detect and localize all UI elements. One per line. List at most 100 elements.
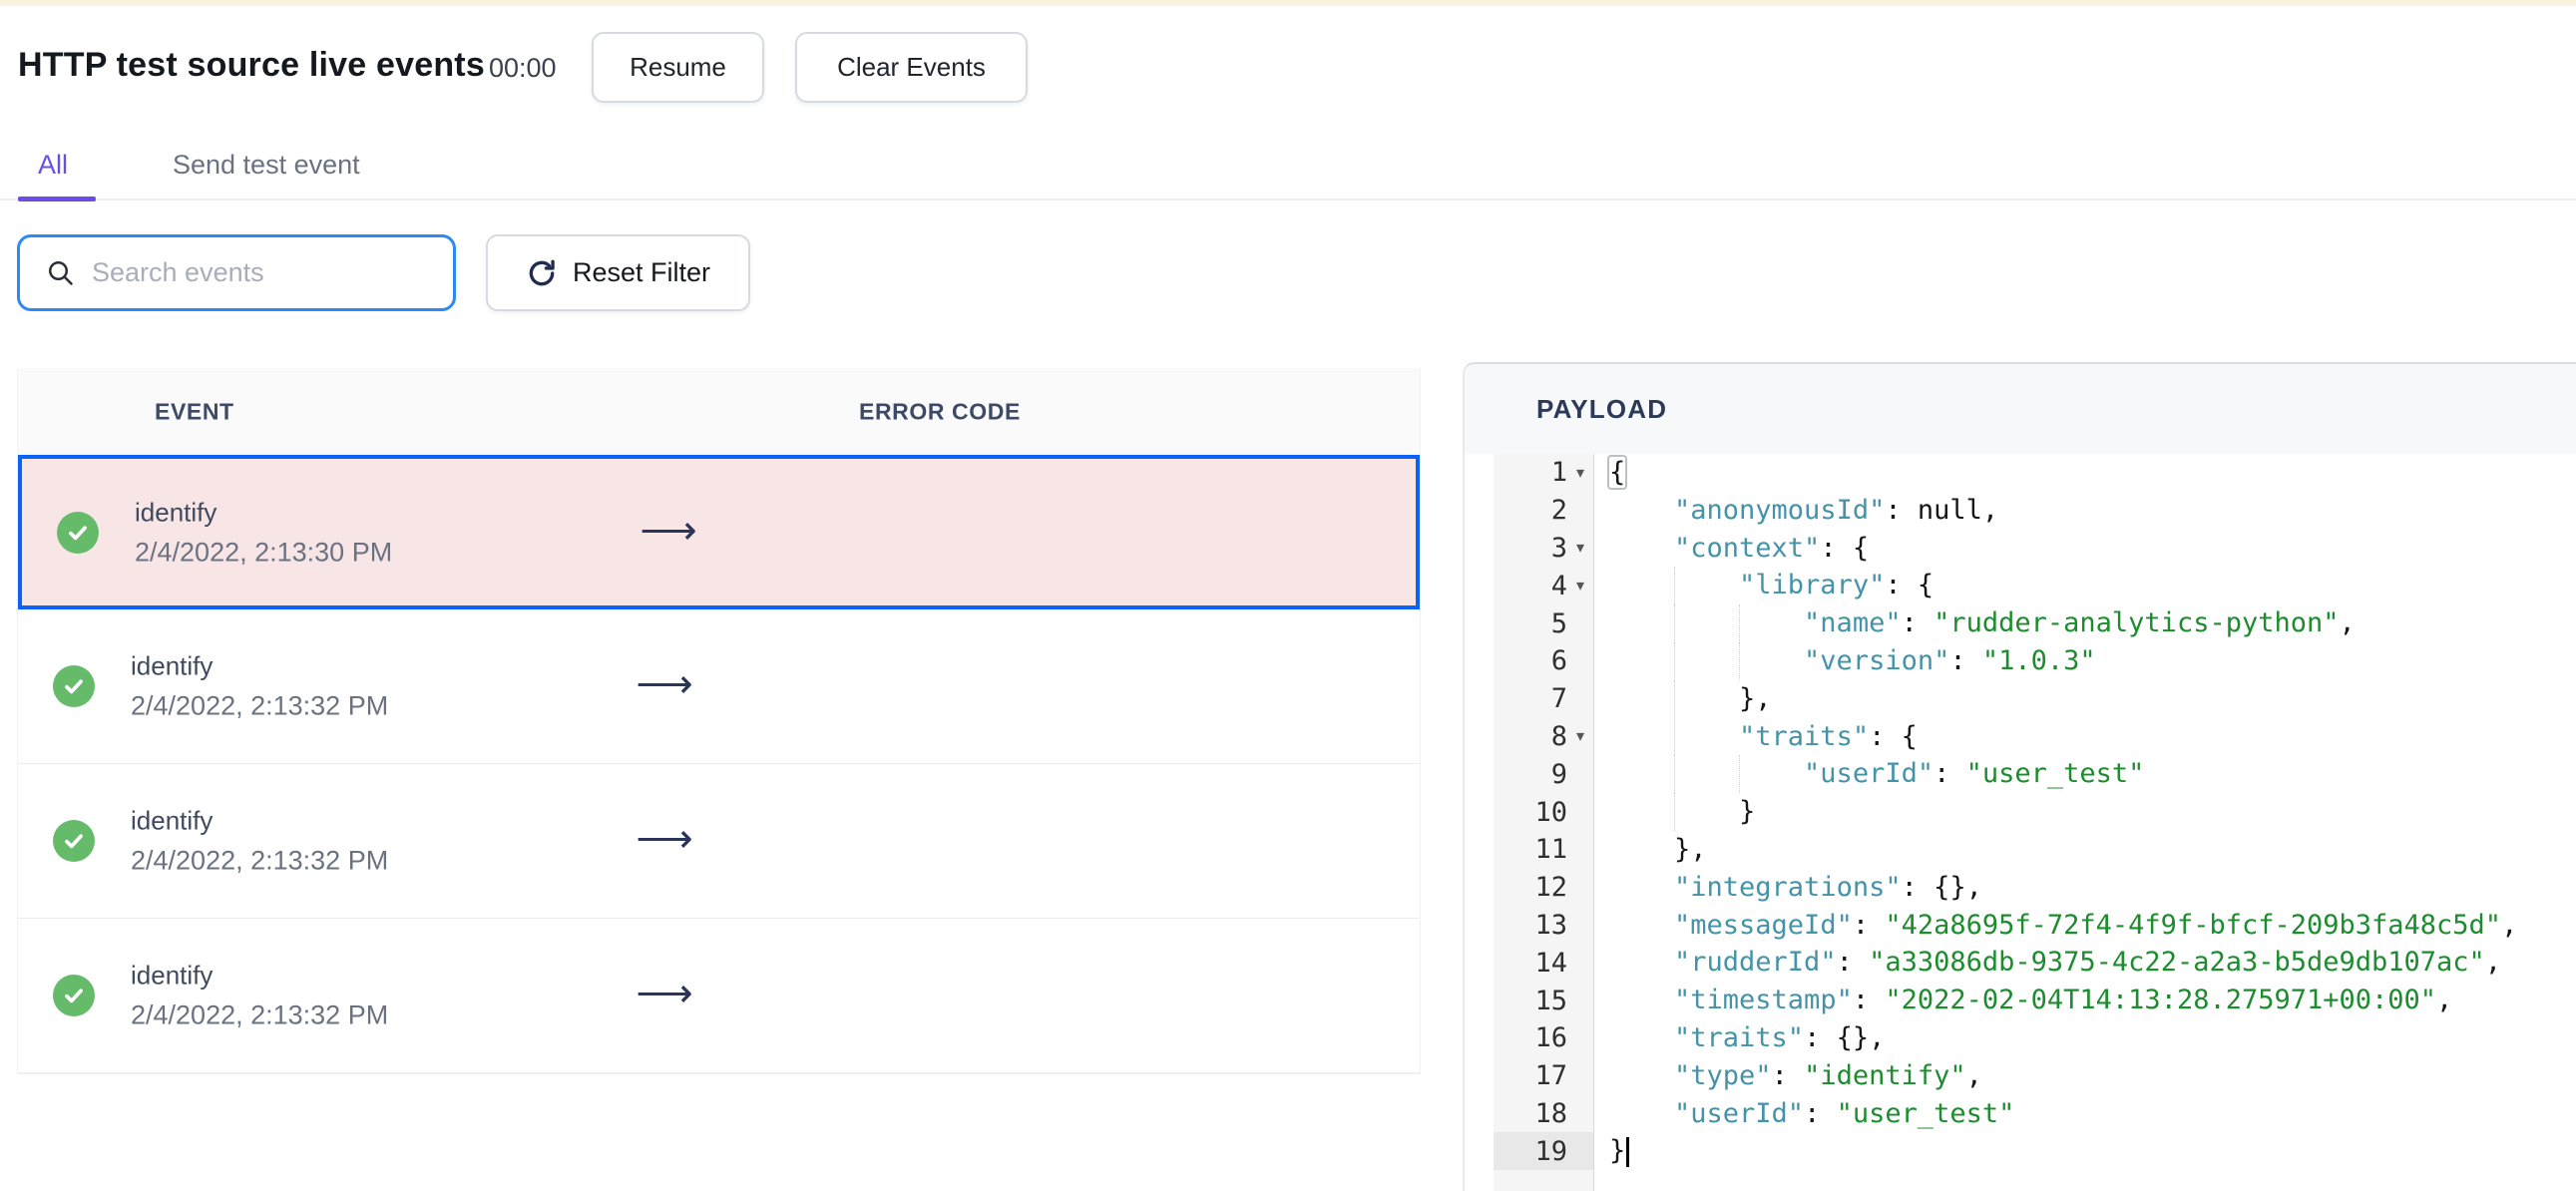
search-events-box[interactable] (17, 234, 456, 311)
line-number-gutter: 10 (1494, 793, 1594, 831)
code-line[interactable]: 12 "integrations": {}, (1465, 868, 2576, 907)
line-number: 13 (1534, 909, 1567, 941)
code-line-content[interactable]: "integrations": {}, (1594, 869, 2576, 907)
code-line-content[interactable]: } (1594, 793, 2576, 831)
indent-guide (1609, 604, 1674, 642)
code-tokens: "type": "identify", (1674, 1059, 1982, 1091)
line-number: 19 (1534, 1135, 1567, 1167)
event-row[interactable]: identify 2/4/2022, 2:13:32 PM ⟶ (18, 919, 1420, 1073)
indent-guide (1609, 793, 1674, 831)
indent-guide (1609, 982, 1674, 1019)
indent-guide (1674, 604, 1739, 642)
line-number-gutter: 11 (1494, 830, 1594, 869)
code-line-content (1594, 1170, 2576, 1191)
tab-all[interactable]: All (38, 150, 68, 181)
code-line-content[interactable]: "version": "1.0.3" (1594, 641, 2576, 680)
code-line-content[interactable]: }, (1594, 831, 2576, 869)
event-text-block: identify 2/4/2022, 2:13:32 PM (131, 961, 388, 1031)
event-text-block: identify 2/4/2022, 2:13:30 PM (135, 497, 392, 568)
code-line-content[interactable]: "library": { (1594, 567, 2576, 605)
code-line[interactable]: 16 "traits": {}, (1465, 1018, 2576, 1057)
chevron-down-icon[interactable]: ▾ (1567, 538, 1593, 558)
code-line-content[interactable]: }, (1594, 679, 2576, 718)
code-line[interactable]: 11}, (1465, 830, 2576, 869)
code-line[interactable]: 1 ▾ { (1465, 454, 2576, 492)
code-line[interactable]: 7}, (1465, 679, 2576, 718)
chevron-down-icon[interactable]: ▾ (1567, 576, 1593, 596)
code-line-content[interactable]: } (1594, 1132, 2576, 1170)
line-number-gutter: 15 (1494, 982, 1594, 1019)
code-line[interactable]: 15 "timestamp": "2022-02-04T14:13:28.2759… (1465, 982, 2576, 1019)
code-line-content[interactable]: { (1594, 454, 2576, 492)
long-right-arrow-icon: ⟶ (636, 972, 693, 1016)
magnifier-icon (46, 258, 76, 288)
payload-json-editor[interactable]: 1 ▾{2 "anonymousId": null, 3 ▾ "context": {4 ▾… (1465, 454, 2576, 1191)
indent-guide (1674, 793, 1739, 831)
line-number: 18 (1534, 1097, 1567, 1129)
code-line[interactable]: 8 ▾ "traits": { (1465, 717, 2576, 756)
tab-send-test-event[interactable]: Send test event (173, 150, 360, 181)
code-line-content[interactable]: "traits": { (1594, 717, 2576, 756)
line-number-gutter: 19 (1494, 1132, 1594, 1171)
column-header-event: EVENT (155, 398, 234, 424)
search-input[interactable] (92, 257, 445, 288)
indent-guide (1674, 567, 1739, 605)
code-tokens: "traits": {}, (1674, 1021, 1886, 1053)
reset-filter-button[interactable]: Reset Filter (486, 234, 750, 311)
long-right-arrow-icon: ⟶ (636, 817, 693, 862)
line-number: 16 (1534, 1022, 1567, 1054)
code-line[interactable]: 3 ▾ "context": { (1465, 529, 2576, 568)
line-number-gutter: 14 (1494, 944, 1594, 983)
event-type: identify (135, 497, 217, 527)
code-line-content[interactable]: "anonymousId": null, (1594, 492, 2576, 530)
code-line[interactable]: 18 "userId": "user_test" (1465, 1094, 2576, 1133)
code-line-content[interactable]: "traits": {}, (1594, 1019, 2576, 1057)
code-tokens: "name": "rudder-analytics-python", (1804, 607, 2356, 639)
chevron-down-icon[interactable]: ▾ (1567, 463, 1593, 483)
refresh-icon (526, 257, 558, 289)
code-line-content[interactable]: "rudderId": "a33086db-9375-4c22-a2a3-b5d… (1594, 944, 2576, 982)
event-row[interactable]: identify 2/4/2022, 2:13:32 PM ⟶ (18, 609, 1420, 764)
reset-filter-label: Reset Filter (572, 257, 711, 287)
code-line[interactable]: 6 "version": "1.0.3" (1465, 641, 2576, 680)
line-number: 3 (1550, 532, 1567, 564)
line-number-gutter: 7 (1494, 679, 1594, 718)
line-number-gutter: 2 (1494, 491, 1594, 530)
code-line-content[interactable]: "messageId": "42a8695f-72f4-4f9f-bfcf-20… (1594, 907, 2576, 945)
code-line[interactable]: 5 "name": "rudder-analytics-python", (1465, 604, 2576, 642)
indent-guide (1609, 755, 1674, 793)
code-line-content[interactable]: "name": "rudder-analytics-python", (1594, 604, 2576, 642)
indent-guide (1609, 680, 1674, 718)
clear-events-button[interactable]: Clear Events (795, 32, 1028, 103)
code-line-content[interactable]: "userId": "user_test" (1594, 1095, 2576, 1133)
events-table: EVENT ERROR CODE identify 2/4/2022, 2:13… (17, 368, 1421, 1074)
code-line[interactable]: 9 "userId": "user_test" (1465, 755, 2576, 794)
indent-guide (1609, 1019, 1674, 1057)
text-caret (1626, 1136, 1630, 1167)
code-line-content[interactable]: "userId": "user_test" (1594, 755, 2576, 794)
code-line[interactable]: 13 "messageId": "42a8695f-72f4-4f9f-bfcf-… (1465, 906, 2576, 945)
indent-guide (1609, 567, 1674, 604)
event-row[interactable]: identify 2/4/2022, 2:13:30 PM ⟶ (18, 455, 1420, 609)
code-line[interactable]: 10} (1465, 793, 2576, 831)
line-number: 14 (1534, 947, 1567, 979)
code-tokens: } (1609, 1132, 1630, 1170)
code-line-content[interactable]: "type": "identify", (1594, 1057, 2576, 1095)
resume-button[interactable]: Resume (592, 32, 764, 103)
code-line-content[interactable]: "context": { (1594, 530, 2576, 568)
code-line[interactable]: 17 "type": "identify", (1465, 1056, 2576, 1095)
payload-title: PAYLOAD (1536, 393, 1668, 424)
code-line[interactable]: 2 "anonymousId": null, (1465, 491, 2576, 530)
event-row[interactable]: identify 2/4/2022, 2:13:32 PM ⟶ (18, 764, 1420, 919)
code-line[interactable]: 4 ▾ "library": { (1465, 567, 2576, 605)
line-number-gutter (1494, 1170, 1594, 1191)
code-line[interactable]: 14 "rudderId": "a33086db-9375-4c22-a2a3-b… (1465, 944, 2576, 983)
code-line-content[interactable]: "timestamp": "2022-02-04T14:13:28.275971… (1594, 982, 2576, 1019)
code-line[interactable]: 19} (1465, 1132, 2576, 1171)
line-number-gutter: 12 (1494, 868, 1594, 907)
indent-guide (1739, 755, 1804, 794)
page-title: HTTP test source live events (18, 46, 485, 84)
long-right-arrow-icon: ⟶ (640, 508, 697, 553)
event-type: identify (131, 650, 214, 681)
chevron-down-icon[interactable]: ▾ (1567, 726, 1593, 746)
